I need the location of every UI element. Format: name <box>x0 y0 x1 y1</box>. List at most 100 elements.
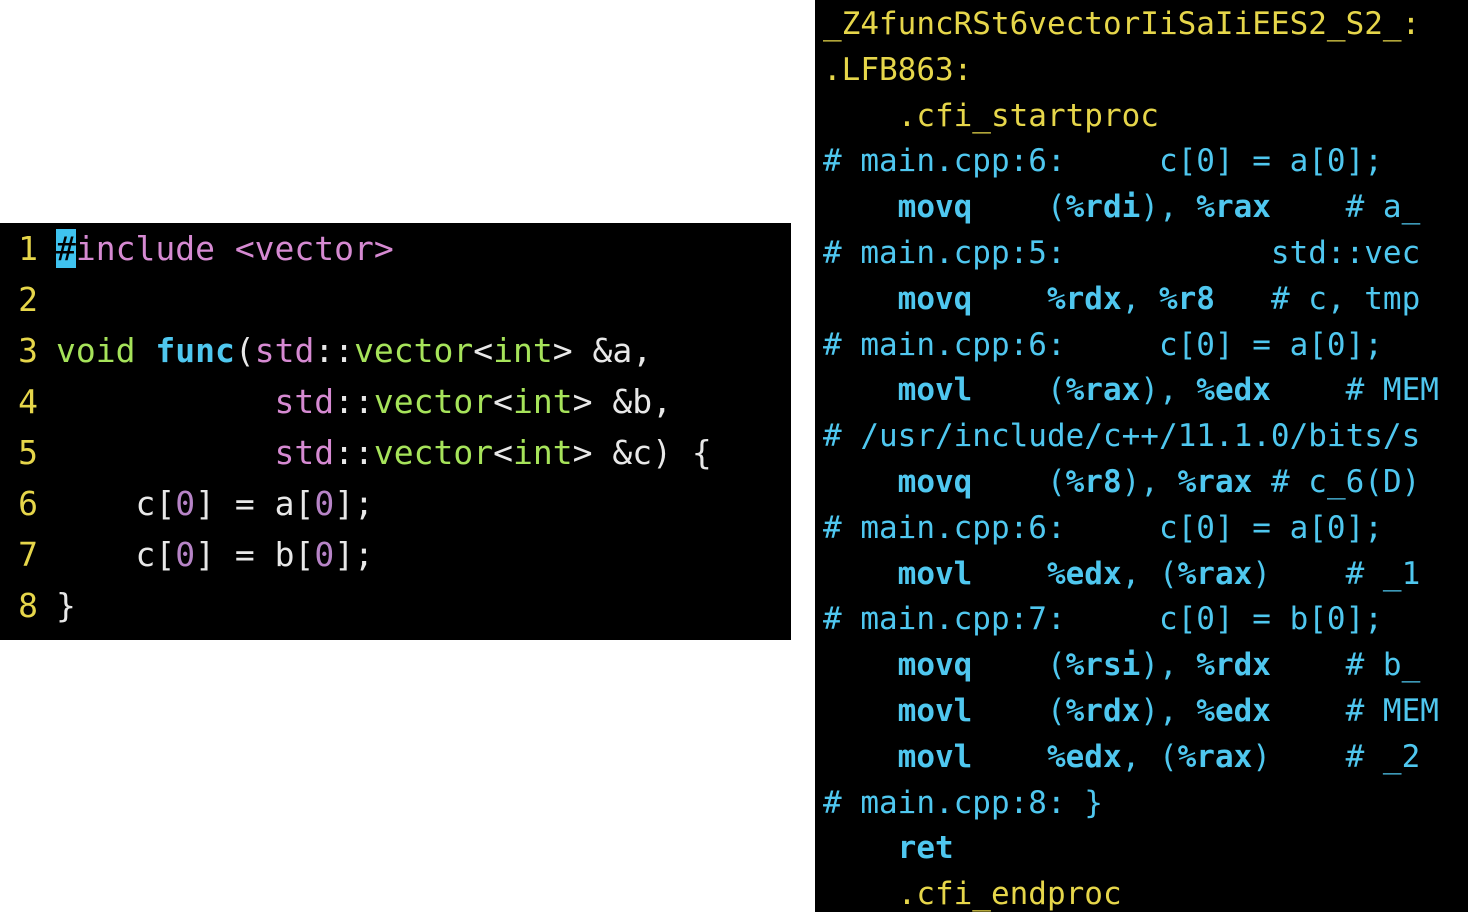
asm-token: # main.cpp:5: std::vec <box>823 235 1421 271</box>
asm-token: ) # _2 <box>1252 739 1421 775</box>
source-line[interactable]: 8} <box>0 580 76 631</box>
line-number: 1 <box>18 229 38 268</box>
code-token: 0 <box>314 484 335 523</box>
assembly-line[interactable]: # main.cpp:6: c[0] = a[0]; <box>823 322 1383 368</box>
asm-token: ( <box>972 693 1066 729</box>
assembly-line[interactable]: .cfi_startproc <box>823 93 1159 139</box>
asm-token: , ( <box>1121 556 1178 592</box>
asm-token <box>823 647 898 683</box>
code-token: 0 <box>314 535 335 574</box>
assembly-line[interactable]: # main.cpp:5: std::vec <box>823 230 1420 276</box>
asm-token: ret <box>897 830 954 866</box>
code-token: < <box>473 331 494 370</box>
assembly-line[interactable]: # main.cpp:8: } <box>823 780 1103 826</box>
code-token: 0 <box>175 484 196 523</box>
code-token: ]; <box>334 484 374 523</box>
assembly-line[interactable]: ret <box>823 825 954 871</box>
asm-token: , <box>1121 281 1159 317</box>
assembly-line[interactable]: movq (%r8), %rax # c_6(D) <box>823 459 1421 505</box>
asm-token: ) # _1 <box>1252 556 1421 592</box>
source-code-text: std::vector<int> &b, <box>56 382 672 421</box>
asm-token: .LFB863: <box>823 52 973 88</box>
asm-token: # main.cpp:6: c[0] = a[0]; <box>823 327 1383 363</box>
asm-token: %rdx <box>1196 647 1271 683</box>
source-line[interactable]: 4 std::vector<int> &b, <box>0 376 672 427</box>
code-token: :: <box>314 331 355 370</box>
asm-token: _Z4funcRSt6vectorIiSaIiEES2_S2_: <box>823 6 1421 42</box>
source-line[interactable]: 3 void func(std::vector<int> &a, <box>0 325 652 376</box>
asm-token: # a_ <box>1270 189 1421 225</box>
asm-token: # /usr/include/c++/11.1.0/bits/s <box>823 418 1421 454</box>
asm-token: ( <box>972 464 1066 500</box>
code-token: std <box>274 433 335 472</box>
asm-token: movq <box>897 647 973 683</box>
asm-token: ), <box>1140 647 1197 683</box>
assembly-line[interactable]: # main.cpp:7: c[0] = b[0]; <box>823 596 1383 642</box>
code-token: int <box>513 382 573 421</box>
line-number: 3 <box>18 331 38 370</box>
code-token: < <box>493 382 513 421</box>
source-editor-pane[interactable]: 1 #include <vector> 2 3 void func(std::vecto… <box>0 223 791 640</box>
assembly-line[interactable]: # /usr/include/c++/11.1.0/bits/s <box>823 413 1420 459</box>
source-code-text: std::vector<int> &c) { <box>56 433 712 472</box>
code-token: ] = b[ <box>195 535 315 574</box>
line-number: 8 <box>18 586 38 625</box>
screen: 1 #include <vector> 2 3 void func(std::vecto… <box>0 0 1468 912</box>
code-token: func <box>155 331 235 370</box>
asm-token: ( <box>972 647 1066 683</box>
code-token: std <box>254 331 315 370</box>
assembly-line[interactable]: .LFB863: <box>823 47 972 93</box>
assembly-line[interactable]: .cfi_endproc <box>823 871 1122 912</box>
asm-token: movl <box>897 693 973 729</box>
asm-token <box>972 739 1047 775</box>
assembly-line[interactable]: movl (%rdx), %edx # MEM <box>823 688 1439 734</box>
asm-token: ), <box>1140 693 1197 729</box>
source-line[interactable]: 7 c[0] = b[0]; <box>0 529 374 580</box>
asm-token: # MEM <box>1270 372 1439 408</box>
asm-token: # b_ <box>1270 647 1421 683</box>
asm-token: .cfi_endproc <box>823 876 1122 912</box>
assembly-line[interactable]: _Z4funcRSt6vectorIiSaIiEES2_S2_: <box>823 1 1420 47</box>
asm-token: %edx <box>1046 739 1122 775</box>
source-line[interactable]: 2 <box>0 274 56 325</box>
asm-token: %rax <box>1177 739 1253 775</box>
code-token: > &c) { <box>572 433 712 472</box>
source-line[interactable]: 1 #include <vector> <box>0 223 394 274</box>
assembly-line[interactable]: movl %edx, (%rax) # _1 <box>823 551 1421 597</box>
asm-token: %rdi <box>1065 189 1141 225</box>
asm-token <box>972 556 1047 592</box>
code-token: include <vector> <box>75 229 394 268</box>
asm-token <box>823 372 898 408</box>
code-token: > &a, <box>552 331 653 370</box>
assembly-line[interactable]: # main.cpp:6: c[0] = a[0]; <box>823 505 1383 551</box>
asm-token <box>823 830 898 866</box>
code-token: c[ <box>56 535 176 574</box>
source-line[interactable]: 5 std::vector<int> &c) { <box>0 427 712 478</box>
asm-token: movq <box>897 281 973 317</box>
code-token: :: <box>334 382 374 421</box>
asm-token: # main.cpp:6: c[0] = a[0]; <box>823 143 1383 179</box>
asm-token <box>823 556 898 592</box>
code-token: vector <box>354 331 474 370</box>
asm-token: %edx <box>1046 556 1122 592</box>
asm-token <box>823 693 898 729</box>
asm-token: # main.cpp:6: c[0] = a[0]; <box>823 510 1383 546</box>
assembly-line[interactable]: movq (%rsi), %rdx # b_ <box>823 642 1421 688</box>
asm-token: movq <box>897 189 973 225</box>
assembly-line[interactable]: # main.cpp:6: c[0] = a[0]; <box>823 138 1383 184</box>
assembly-line[interactable]: movl %edx, (%rax) # _2 <box>823 734 1421 780</box>
assembly-line[interactable]: movq %rdx, %r8 # c, tmp <box>823 276 1421 322</box>
source-line[interactable]: 6 c[0] = a[0]; <box>0 478 374 529</box>
assembly-view-pane[interactable]: _Z4funcRSt6vectorIiSaIiEES2_S2_: .LFB863:… <box>815 0 1468 912</box>
assembly-line[interactable]: movl (%rax), %edx # MEM <box>823 367 1439 413</box>
source-code-text: c[0] = b[0]; <box>56 535 373 574</box>
assembly-line[interactable]: movq (%rdi), %rax # a_ <box>823 184 1421 230</box>
line-number: 4 <box>18 382 38 421</box>
asm-token: %rax <box>1177 464 1253 500</box>
code-token: int <box>513 433 573 472</box>
asm-token: %r8 <box>1065 464 1122 500</box>
asm-token: # main.cpp:7: c[0] = b[0]; <box>823 601 1383 637</box>
code-token: ( <box>234 331 255 370</box>
line-number: 5 <box>18 433 38 472</box>
